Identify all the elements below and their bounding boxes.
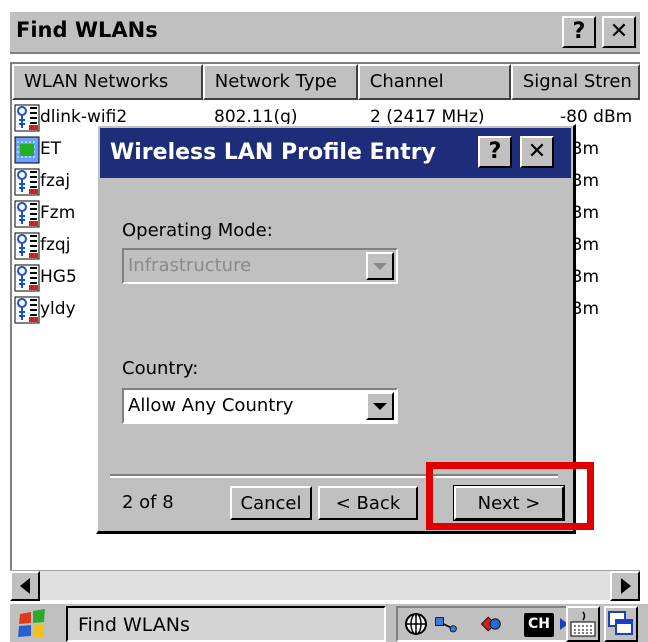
taskbar: Find WLANs CH [10,602,648,642]
arrow-left-icon [20,578,30,594]
column-header-channel[interactable]: Channel [357,64,511,100]
network-name: fzqj [40,235,71,255]
column-header-network-type[interactable]: Network Type [202,64,358,100]
network-name: ET [40,139,62,159]
network-name: Fzm [40,203,76,223]
scroll-left-button[interactable] [10,571,40,601]
access-point-icon [14,168,40,196]
chevron-down-icon [373,263,387,270]
network-globe-icon[interactable] [404,612,428,636]
access-point-icon [14,296,40,324]
operating-mode-value: Infrastructure [128,255,252,276]
window-titlebar: Find WLANs ? ✕ [10,12,640,54]
keyboard-button[interactable] [566,606,600,642]
network-name: fzaj [40,171,71,191]
operating-mode-label: Operating Mode: [122,220,273,241]
close-button[interactable]: ✕ [602,16,636,48]
country-label: Country: [122,358,199,379]
taskbar-find-wlans-button[interactable]: Find WLANs [66,606,386,642]
column-header-wlan-networks[interactable]: WLAN Networks [12,64,203,100]
country-value: Allow Any Country [128,395,294,416]
dialog-title: Wireless LAN Profile Entry [110,140,436,165]
network-name: HG5 [40,267,77,287]
operating-mode-dropdown-button [366,252,394,280]
window-title: Find WLANs [16,18,158,42]
country-select[interactable]: Allow Any Country [122,388,398,424]
windows-stack-icon [608,611,633,635]
access-point-icon [14,232,40,260]
dialog-titlebar: Wireless LAN Profile Entry ? ✕ [100,128,571,178]
keyboard-icon [570,611,596,637]
dialog-help-button[interactable]: ? [478,136,512,168]
desktop-windows-button[interactable] [604,606,638,642]
access-point-icon [14,264,40,292]
arrow-right-icon [621,578,631,594]
back-button[interactable]: < Back [318,486,418,520]
connection-icon[interactable] [434,612,458,636]
help-button[interactable]: ? [562,16,596,48]
input-method-indicator[interactable]: CH [524,613,554,637]
country-dropdown-button[interactable] [366,392,394,420]
network-name: yldy [40,299,76,319]
wireless-status-icon[interactable] [478,612,502,636]
adhoc-network-icon [14,136,40,164]
page-indicator: 2 of 8 [122,492,174,513]
windows-start-icon[interactable] [14,608,50,640]
horizontal-scrollbar[interactable] [10,570,640,601]
operating-mode-select: Infrastructure [122,248,398,284]
access-point-icon [14,200,40,228]
cancel-button[interactable]: Cancel [230,486,312,520]
next-button-highlight [426,462,594,530]
dialog-close-button[interactable]: ✕ [520,136,554,168]
scroll-right-button[interactable] [610,571,640,601]
list-header: WLAN Networks Network Type Channel Signa… [12,64,640,100]
access-point-icon [14,104,40,132]
column-header-signal-strength[interactable]: Signal Stren [510,64,640,100]
chevron-down-icon [373,403,387,410]
